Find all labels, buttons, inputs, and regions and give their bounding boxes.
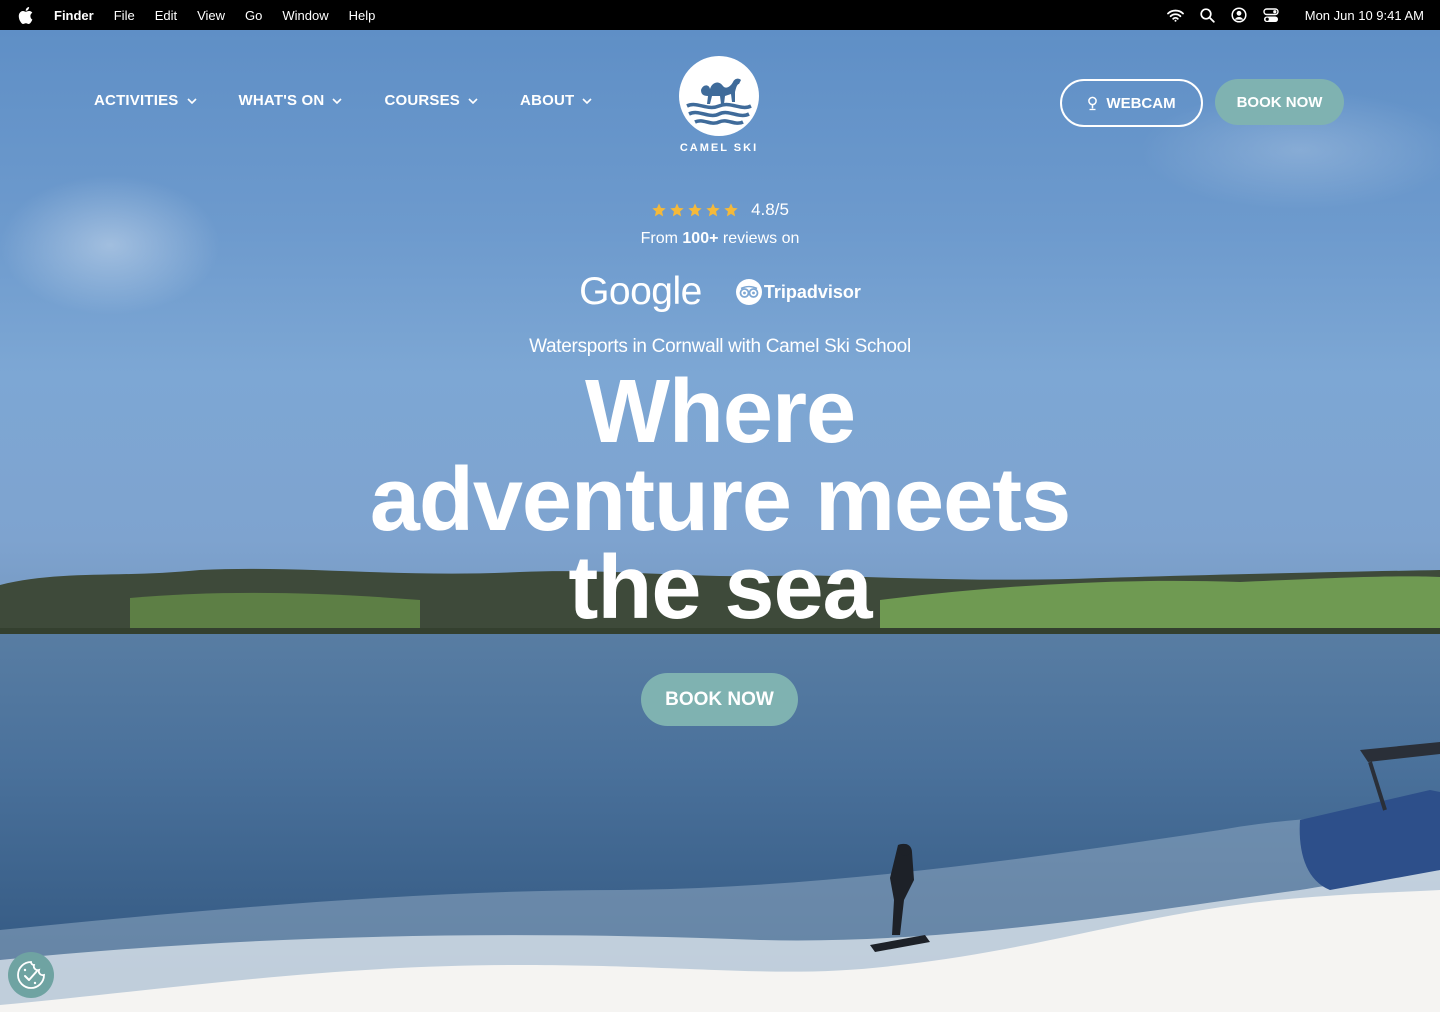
book-now-header-button[interactable]: BOOK NOW xyxy=(1215,79,1344,125)
hero-subtitle: Watersports in Cornwall with Camel Ski S… xyxy=(529,336,911,357)
control-center-icon[interactable] xyxy=(1263,7,1279,23)
nav-item-label: WHAT'S ON xyxy=(238,92,325,109)
menu-clock[interactable]: Mon Jun 10 9:41 AM xyxy=(1305,8,1424,23)
main-nav: ACTIVITIES WHAT'S ON COURSES ABOUT xyxy=(94,92,634,109)
hero-headline: Where adventure meets the sea xyxy=(0,362,1440,638)
menu-file[interactable]: File xyxy=(114,8,135,23)
star-icon xyxy=(670,203,684,217)
nav-item-courses[interactable]: COURSES xyxy=(384,92,478,109)
nav-item-label: ABOUT xyxy=(520,92,575,109)
menu-app-name[interactable]: Finder xyxy=(54,8,94,23)
menu-help[interactable]: Help xyxy=(349,8,376,23)
tripadvisor-label: Tripadvisor xyxy=(763,281,861,302)
search-icon[interactable] xyxy=(1200,7,1215,23)
site-logo[interactable]: CAMEL SKI xyxy=(678,56,760,154)
menu-view[interactable]: View xyxy=(197,8,225,23)
wifi-icon[interactable] xyxy=(1166,9,1184,22)
reviews-text: From 100+ reviews on xyxy=(0,230,1440,248)
chevron-down-icon xyxy=(468,97,478,104)
menu-window[interactable]: Window xyxy=(282,8,328,23)
tripadvisor-owl-icon xyxy=(735,279,762,305)
nav-item-whats-on[interactable]: WHAT'S ON xyxy=(239,92,343,109)
apple-icon[interactable] xyxy=(18,7,34,24)
star-icon xyxy=(706,203,720,217)
cookie-consent-icon xyxy=(17,961,45,989)
review-brands: Google Tripadvisor xyxy=(0,270,1440,314)
rating-score: 4.8/5 xyxy=(751,200,789,219)
rating-block: 4.8/5 From 100+ reviews on xyxy=(0,200,1440,248)
camel-logo-icon xyxy=(679,56,759,136)
nav-item-label: COURSES xyxy=(384,92,461,109)
headline-line-1: Where xyxy=(584,362,856,462)
chevron-down-icon xyxy=(332,97,343,104)
book-now-hero-button[interactable]: BOOK NOW xyxy=(641,673,798,726)
reviews-prefix: From xyxy=(640,230,683,247)
webcam-label: WEBCAM xyxy=(1106,94,1176,112)
menu-bar: Finder File Edit View Go Window Help Mon… xyxy=(0,0,1440,30)
google-logo[interactable]: Google xyxy=(579,270,702,314)
location-pin-icon xyxy=(1087,96,1098,111)
star-icon xyxy=(652,203,666,217)
reviews-count: 100+ xyxy=(682,230,719,247)
webcam-button[interactable]: WEBCAM xyxy=(1060,79,1203,127)
chevron-down-icon xyxy=(582,97,592,104)
rating-stars xyxy=(651,202,741,218)
chevron-down-icon xyxy=(186,97,197,104)
reviews-suffix: reviews on xyxy=(718,230,800,247)
nav-item-label: ACTIVITIES xyxy=(94,92,179,109)
headline-line-3: the sea xyxy=(568,538,872,638)
star-icon xyxy=(688,203,702,217)
tripadvisor-logo[interactable]: Tripadvisor xyxy=(735,279,861,305)
hero-section: ACTIVITIES WHAT'S ON COURSES ABOUT CAMEL… xyxy=(0,30,1440,1012)
menu-edit[interactable]: Edit xyxy=(155,8,177,23)
nav-item-about[interactable]: ABOUT xyxy=(520,92,592,109)
menu-go[interactable]: Go xyxy=(245,8,262,23)
user-icon[interactable] xyxy=(1231,7,1247,23)
nav-item-activities[interactable]: ACTIVITIES xyxy=(94,92,197,109)
star-icon xyxy=(724,203,738,217)
logo-text: CAMEL SKI xyxy=(679,142,759,154)
headline-line-2: adventure meets xyxy=(369,450,1071,550)
cookie-settings-button[interactable] xyxy=(8,952,54,998)
